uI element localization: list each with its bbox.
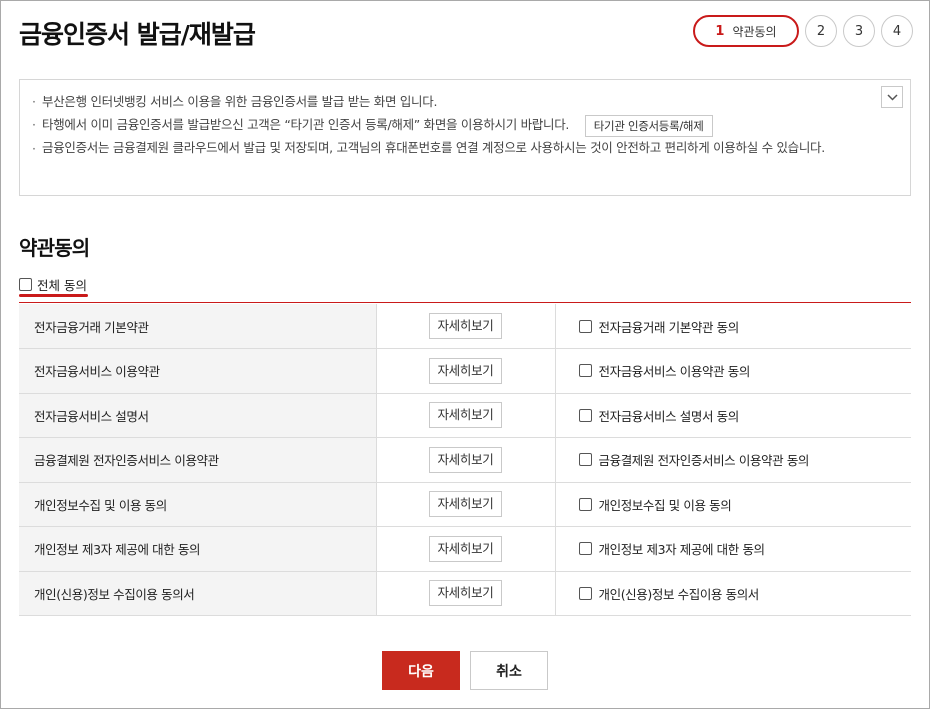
view-details-button[interactable]: 자세히보기	[429, 402, 502, 429]
bullet: ·	[32, 94, 36, 109]
notice-item: · 부산은행 인터넷뱅킹 서비스 이용을 위한 금융인증서를 발급 받는 화면 …	[32, 90, 872, 113]
step-indicator: 1 약관동의 2 3 4	[693, 15, 913, 47]
step-4: 4	[881, 15, 913, 47]
other-institution-cert-button[interactable]: 타기관 인증서등록/해제	[584, 114, 713, 137]
term-agree-label: 전자금융서비스 이용약관 동의	[598, 364, 751, 380]
view-details-button[interactable]: 자세히보기	[429, 357, 502, 384]
bullet: ·	[32, 140, 36, 156]
notice-item: · 금융인증서는 금융결제원 클라우드에서 발급 및 저장되며, 고객님의 휴대…	[32, 137, 872, 158]
term-name: 개인(신용)정보 수집이용 동의서	[19, 571, 377, 616]
term-name: 전자금융서비스 설명서	[19, 393, 377, 438]
section-title: 약관동의	[19, 236, 90, 260]
checkbox-box[interactable]	[578, 408, 592, 422]
view-details-button[interactable]: 자세히보기	[429, 446, 502, 473]
term-agree-checkbox[interactable]: 전자금융서비스 설명서 동의	[578, 406, 912, 425]
term-agree-label: 개인정보 제3자 제공에 대한 동의	[598, 542, 766, 558]
term-agree-checkbox[interactable]: 개인정보 제3자 제공에 대한 동의	[578, 539, 912, 558]
checkbox-box[interactable]	[578, 586, 592, 600]
step-3: 3	[843, 15, 875, 47]
table-row: 금융결제원 전자인증서비스 이용약관 자세히보기 금융결제원 전자인증서비스 이…	[19, 437, 912, 483]
view-details-button[interactable]: 자세히보기	[429, 580, 502, 607]
term-name: 금융결제원 전자인증서비스 이용약관	[19, 437, 377, 483]
notice-text: 금융인증서는 금융결제원 클라우드에서 발급 및 저장되며, 고객님의 휴대폰번…	[42, 139, 825, 155]
term-agree-label: 개인(신용)정보 수집이용 동의서	[598, 586, 760, 602]
bullet: ·	[32, 117, 36, 132]
notice-box: · 부산은행 인터넷뱅킹 서비스 이용을 위한 금융인증서를 발급 받는 화면 …	[19, 79, 911, 196]
table-row: 개인정보 제3자 제공에 대한 동의 자세히보기 개인정보 제3자 제공에 대한…	[19, 526, 912, 572]
term-name: 개인정보 제3자 제공에 대한 동의	[19, 526, 377, 572]
view-details-button[interactable]: 자세히보기	[429, 535, 502, 562]
notice-list: · 부산은행 인터넷뱅킹 서비스 이용을 위한 금융인증서를 발급 받는 화면 …	[32, 90, 872, 158]
view-details-button[interactable]: 자세히보기	[429, 491, 502, 518]
table-row: 개인(신용)정보 수집이용 동의서 자세히보기 개인(신용)정보 수집이용 동의…	[19, 571, 911, 616]
step-1-active: 1 약관동의	[693, 15, 799, 47]
table-row: 개인정보수집 및 이용 동의 자세히보기 개인정보수집 및 이용 동의	[19, 482, 911, 527]
term-agree-label: 전자금융서비스 설명서 동의	[598, 408, 740, 424]
step-number: 1	[715, 23, 725, 39]
term-agree-checkbox[interactable]: 개인(신용)정보 수집이용 동의서	[578, 584, 912, 603]
step-label: 약관동의	[732, 24, 777, 39]
checkbox-box[interactable]	[578, 453, 592, 467]
table-row: 전자금융서비스 이용약관 자세히보기 전자금융서비스 이용약관 동의	[19, 348, 912, 394]
all-agree-checkbox[interactable]: 전체 동의	[19, 275, 87, 294]
checkbox-box[interactable]	[19, 278, 32, 291]
next-button[interactable]: 다음	[382, 651, 460, 690]
term-agree-checkbox[interactable]: 전자금융거래 기본약관 동의	[578, 317, 912, 336]
page-title: 금융인증서 발급/재발급	[19, 20, 256, 49]
terms-table: 전자금융거래 기본약관 자세히보기 전자금융거래 기본약관 동의 전자금융서비스…	[19, 304, 911, 616]
all-agree-underline	[19, 294, 88, 297]
table-row: 전자금융거래 기본약관 자세히보기 전자금융거래 기본약관 동의	[19, 304, 911, 349]
term-name: 전자금융서비스 이용약관	[19, 348, 377, 394]
cancel-button[interactable]: 취소	[470, 651, 548, 690]
term-name: 전자금융거래 기본약관	[19, 304, 377, 349]
table-row: 전자금융서비스 설명서 자세히보기 전자금융서비스 설명서 동의	[19, 393, 911, 438]
term-agree-label: 개인정보수집 및 이용 동의	[598, 497, 732, 513]
notice-text: 부산은행 인터넷뱅킹 서비스 이용을 위한 금융인증서를 발급 받는 화면 입니…	[42, 94, 438, 109]
step-2: 2	[805, 15, 837, 47]
notice-item: · 타행에서 이미 금융인증서를 발급받으신 고객은 “타기관 인증서 등록/해…	[32, 113, 872, 137]
view-details-button[interactable]: 자세히보기	[429, 313, 502, 339]
table-top-rule	[19, 302, 911, 303]
term-agree-label: 금융결제원 전자인증서비스 이용약관 동의	[598, 453, 810, 469]
checkbox-box[interactable]	[578, 497, 592, 511]
term-agree-checkbox[interactable]: 개인정보수집 및 이용 동의	[578, 495, 912, 514]
all-agree-label: 전체 동의	[37, 278, 87, 293]
term-agree-checkbox[interactable]: 전자금융서비스 이용약관 동의	[578, 361, 912, 380]
term-name: 개인정보수집 및 이용 동의	[19, 482, 377, 527]
checkbox-box[interactable]	[578, 364, 592, 378]
chevron-down-icon	[886, 93, 898, 101]
checkbox-box[interactable]	[578, 319, 592, 333]
term-agree-checkbox[interactable]: 금융결제원 전자인증서비스 이용약관 동의	[578, 450, 912, 469]
notice-text: 타행에서 이미 금융인증서를 발급받으신 고객은 “타기관 인증서 등록/해제”…	[42, 117, 570, 132]
collapse-button[interactable]	[881, 86, 903, 108]
term-agree-label: 전자금융거래 기본약관 동의	[598, 319, 740, 335]
checkbox-box[interactable]	[578, 542, 592, 556]
